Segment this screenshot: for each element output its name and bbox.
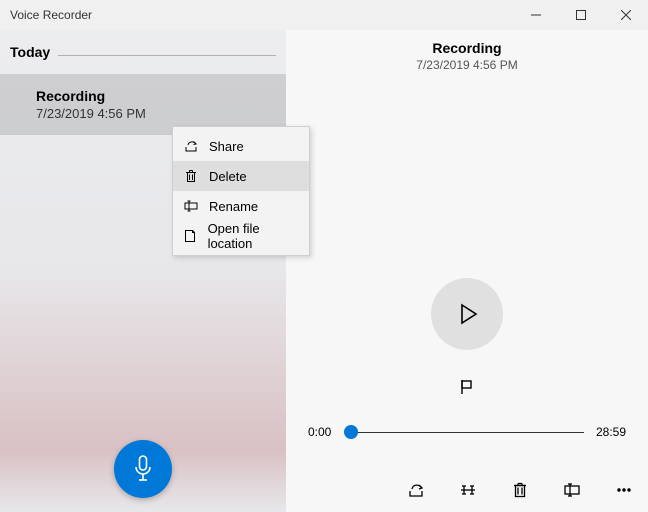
player-title: Recording [286,40,648,56]
context-menu: Share Delete Rename [172,126,310,256]
menu-item-share[interactable]: Share [173,131,309,161]
play-button[interactable] [431,278,503,350]
delete-icon [511,481,529,499]
share-button[interactable] [404,478,428,502]
flag-icon [458,378,476,396]
titlebar: Voice Recorder [0,0,648,30]
maximize-button[interactable] [558,0,603,30]
flag-button[interactable] [450,370,484,404]
seek-thumb[interactable] [344,425,358,439]
close-button[interactable] [603,0,648,30]
recording-time: 7/23/2019 4:56 PM [36,106,264,121]
delete-icon [183,168,199,184]
trim-icon [459,481,477,499]
player-panel: Recording 7/23/2019 4:56 PM 0:00 28:59 [286,30,648,512]
play-icon [454,301,480,327]
minimize-button[interactable] [513,0,558,30]
player-toolbar [404,478,636,502]
microphone-icon [131,455,155,483]
record-button[interactable] [114,440,172,498]
share-icon [407,481,425,499]
trim-button[interactable] [456,478,480,502]
position-label: 0:00 [308,425,342,439]
rename-button[interactable] [560,478,584,502]
player-subtitle: 7/23/2019 4:56 PM [286,58,648,72]
section-label: Today [10,44,50,60]
rename-icon [183,198,199,214]
more-button[interactable] [612,478,636,502]
menu-item-open-location[interactable]: Open file location [173,221,309,251]
content-area: Today Recording 7/23/2019 4:56 PM [0,30,648,512]
rename-icon [563,481,581,499]
menu-item-label: Share [209,139,244,154]
folder-icon [183,228,198,244]
seek-track[interactable] [350,422,584,442]
menu-item-label: Rename [209,199,258,214]
duration-label: 28:59 [592,425,626,439]
recording-name: Recording [36,88,264,104]
section-header: Today [0,30,286,64]
more-icon [615,481,633,499]
menu-item-delete[interactable]: Delete [173,161,309,191]
recording-list-sidebar: Today Recording 7/23/2019 4:56 PM [0,30,286,512]
window-title: Voice Recorder [0,8,92,22]
menu-item-rename[interactable]: Rename [173,191,309,221]
menu-item-label: Delete [209,169,247,184]
timeline: 0:00 28:59 [308,422,626,442]
delete-button[interactable] [508,478,532,502]
menu-item-label: Open file location [208,221,299,251]
share-icon [183,138,199,154]
app-window: Voice Recorder Today Recording 7/23/2019… [0,0,648,512]
